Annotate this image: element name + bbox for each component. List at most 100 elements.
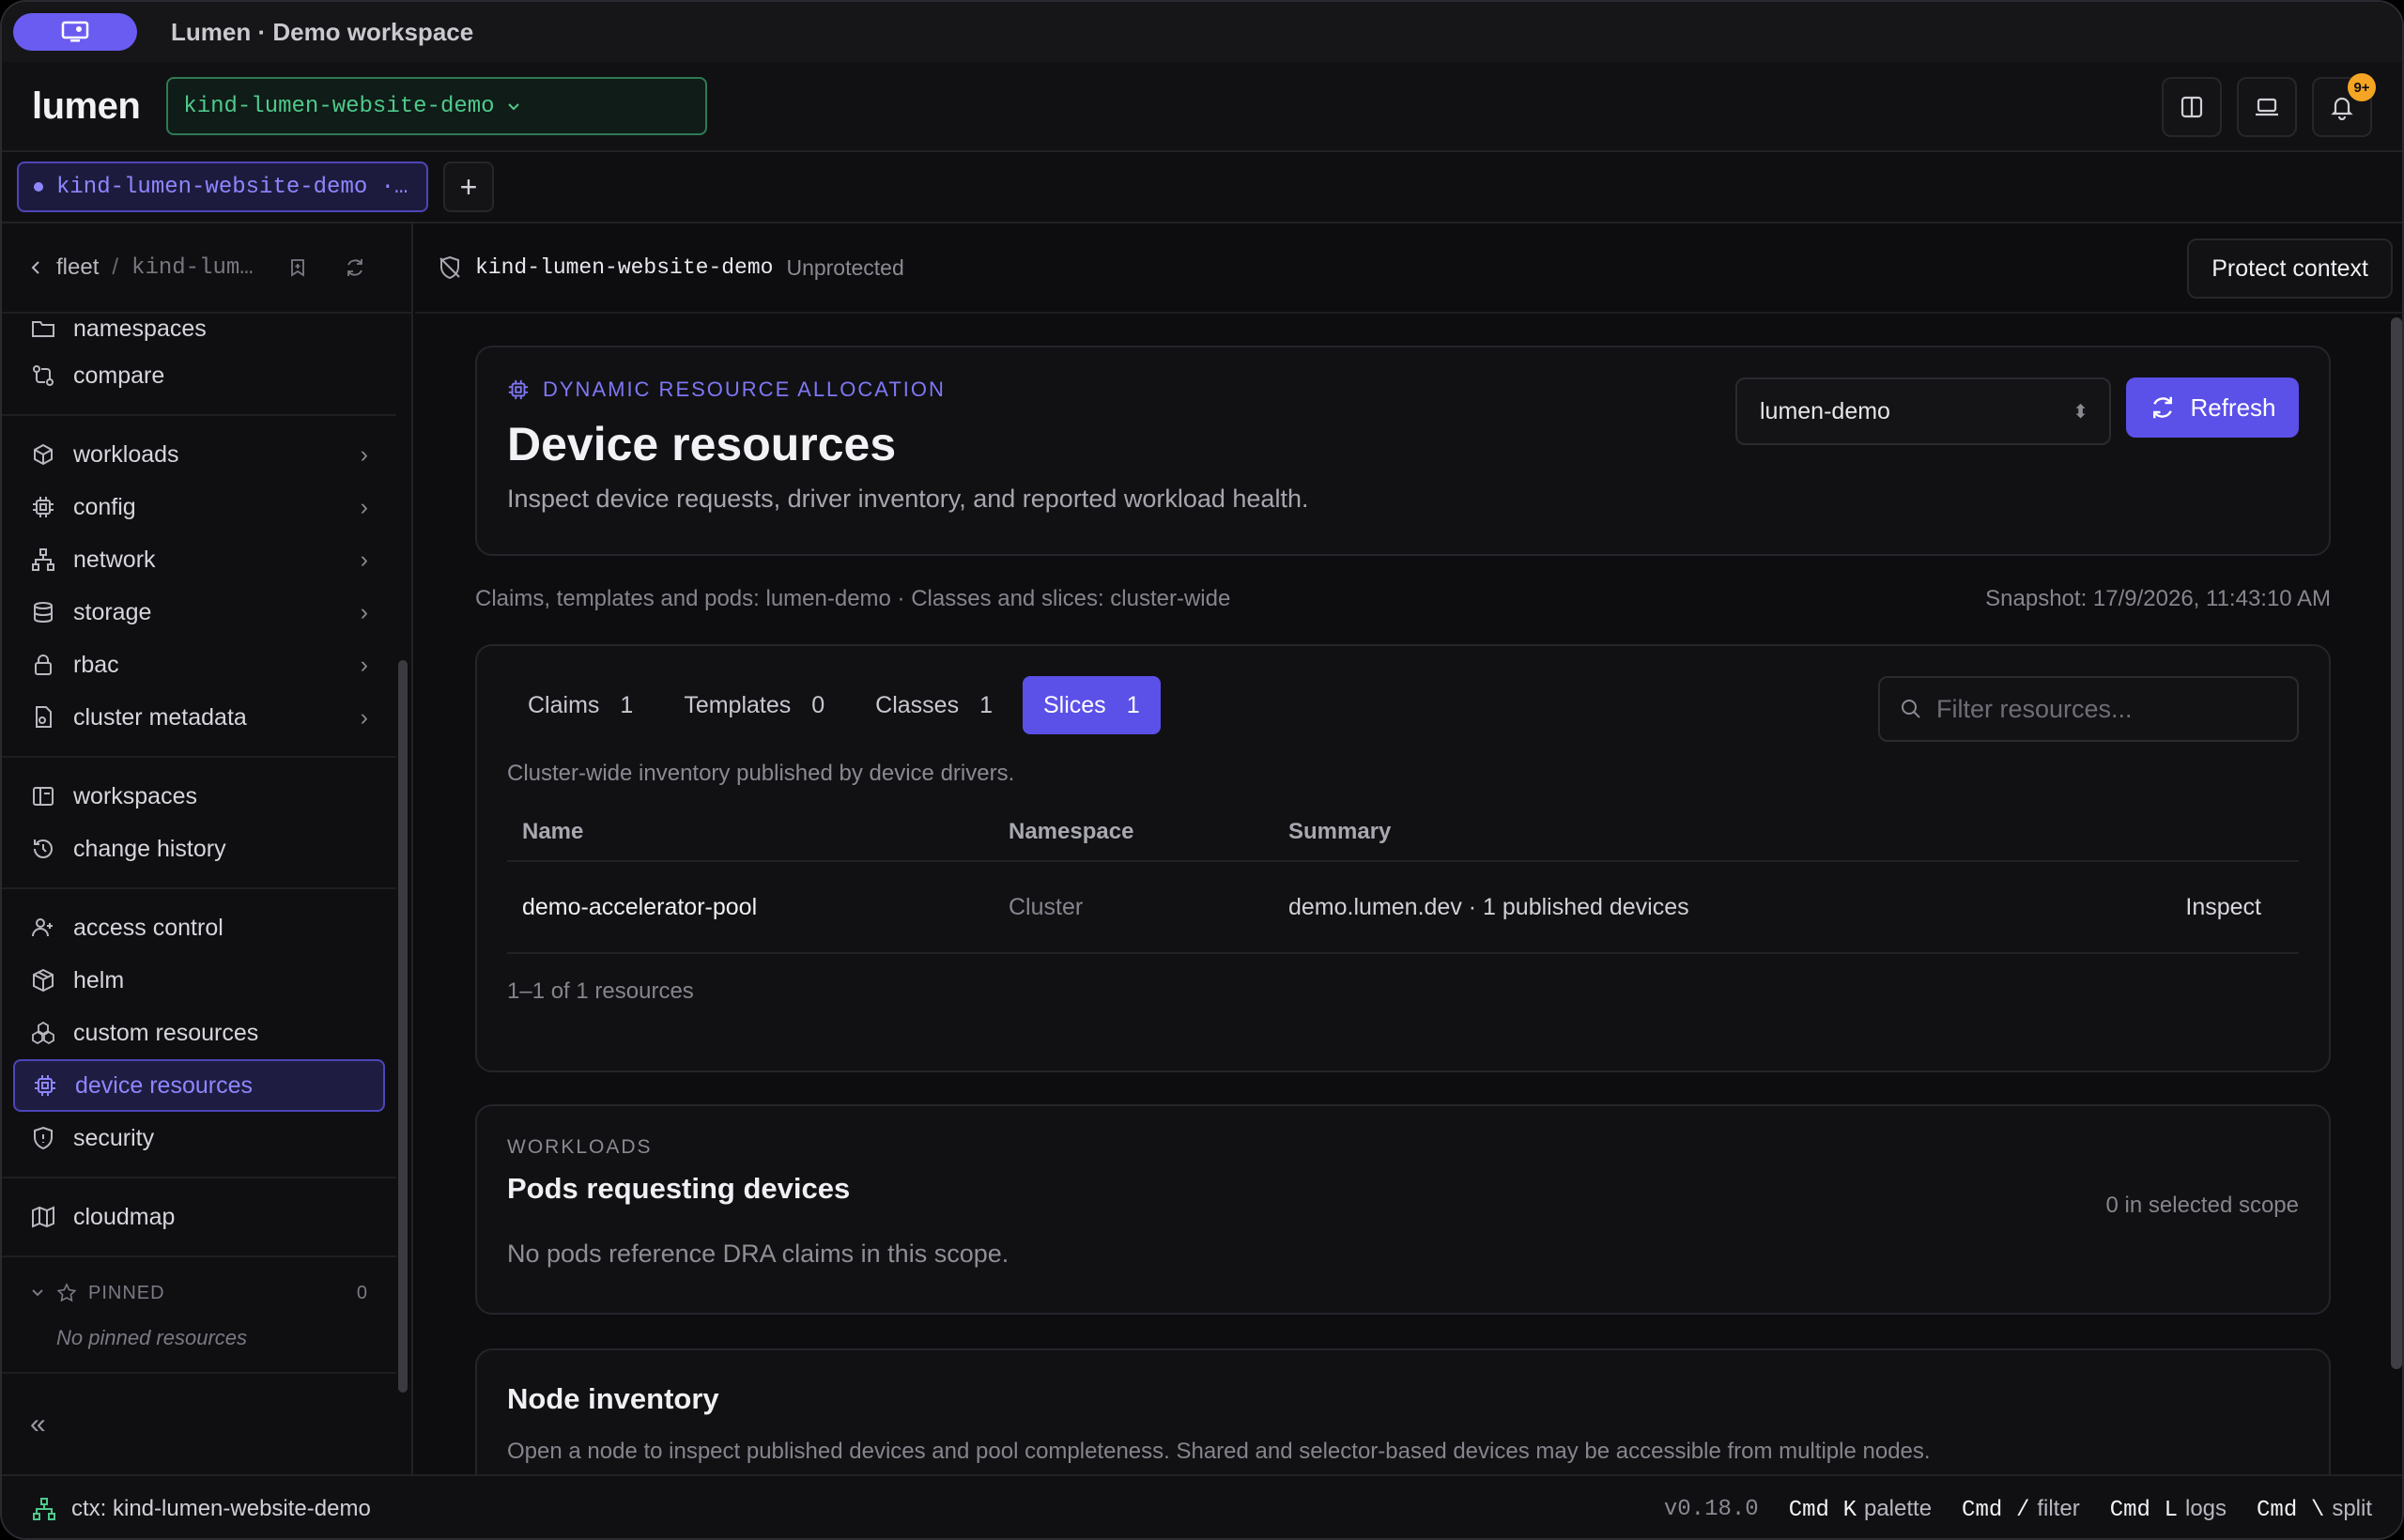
column-header: Summary bbox=[1288, 819, 1392, 844]
collapse-sidebar-button[interactable]: « bbox=[30, 1409, 46, 1440]
scope-text: Claims, templates and pods: lumen-demo ·… bbox=[475, 586, 1231, 611]
sidebar-item-access-control[interactable]: access control bbox=[2, 901, 396, 954]
chevron-right-icon: › bbox=[360, 598, 368, 625]
chip-icon bbox=[30, 494, 56, 520]
tab-status-dot bbox=[34, 182, 43, 192]
sidebar-scrollbar[interactable] bbox=[398, 660, 408, 1393]
context-selector[interactable]: kind-lumen-website-demo bbox=[166, 77, 708, 135]
resources-card: Claims 1 Templates 0 Classes 1 Slices 1 Filt… bbox=[475, 644, 2331, 1072]
sidebar-item-compare[interactable]: compare bbox=[2, 349, 396, 402]
shield-icon bbox=[30, 1125, 56, 1151]
refresh-icon bbox=[2153, 396, 2173, 419]
row-name: demo-accelerator-pool bbox=[522, 893, 758, 920]
tab-label: Templates bbox=[684, 691, 792, 718]
sidebar-item-security[interactable]: security bbox=[2, 1112, 396, 1164]
snapshot-time: Snapshot: 17/9/2026, 11:43:10 AM bbox=[1985, 586, 2331, 611]
sidebar-item-namespaces[interactable]: namespaces bbox=[2, 314, 396, 349]
pinned-label: PINNED bbox=[88, 1282, 165, 1303]
workloads-icon bbox=[30, 441, 56, 468]
pods-empty-text: No pods reference DRA claims in this sco… bbox=[507, 1240, 1009, 1268]
sidebar-item-label: workspaces bbox=[73, 782, 197, 809]
workspace-icon bbox=[30, 783, 56, 809]
resources-table: Name Namespace Summary demo-accelerator-… bbox=[507, 804, 2299, 954]
chevron-right-icon: › bbox=[360, 546, 368, 573]
sidebar-item-cluster-metadata[interactable]: cluster metadata › bbox=[2, 691, 396, 744]
shortcut-split[interactable]: Cmd \ split bbox=[2257, 1496, 2372, 1523]
status-context[interactable]: ctx: kind-lumen-website-demo bbox=[32, 1496, 371, 1522]
context-bar: kind-lumen-website-demo Unprotected Prot… bbox=[415, 223, 2402, 314]
workspace-tab[interactable]: kind-lumen-website-demo ·… bbox=[17, 162, 428, 212]
pods-card: WORKLOADS Pods requesting devices 0 in s… bbox=[475, 1104, 2331, 1315]
breadcrumb: fleet / kind-lum… bbox=[2, 223, 411, 314]
column-header: Name bbox=[522, 819, 584, 844]
sidebar-item-label: access control bbox=[73, 914, 223, 941]
sidebar-item-label: device resources bbox=[75, 1071, 253, 1099]
sidebar-item-cloudmap[interactable]: cloudmap bbox=[2, 1191, 396, 1243]
tab-label: Claims bbox=[528, 691, 600, 718]
notifications-button[interactable]: 9+ bbox=[2312, 73, 2376, 137]
context-selector-value: kind-lumen-website-demo bbox=[183, 93, 495, 119]
split-view-button[interactable] bbox=[2162, 77, 2222, 137]
pinned-count: 0 bbox=[356, 1282, 368, 1303]
sidebar-item-custom-resources[interactable]: custom resources bbox=[2, 1007, 396, 1059]
title-bar: Lumen · Demo workspace bbox=[2, 2, 2402, 62]
row-namespace: Cluster bbox=[1009, 893, 1084, 920]
sidebar-item-config[interactable]: config › bbox=[2, 481, 396, 533]
shortcut-filter[interactable]: Cmd / filter bbox=[1962, 1496, 2080, 1523]
page-subtitle: Inspect device requests, driver inventor… bbox=[507, 485, 1309, 513]
sidebar-item-workspaces[interactable]: workspaces bbox=[2, 770, 396, 823]
sidebar-item-workloads[interactable]: workloads › bbox=[2, 428, 396, 481]
sidebar-item-helm[interactable]: helm bbox=[2, 954, 396, 1007]
split-panel-icon bbox=[2181, 96, 2203, 118]
search-icon bbox=[1902, 700, 1920, 718]
chevron-right-icon: › bbox=[360, 651, 368, 678]
shortcut-key: / bbox=[2015, 1497, 2030, 1523]
chevron-right-icon: › bbox=[360, 440, 368, 468]
tab-slices[interactable]: Slices 1 bbox=[1023, 676, 1161, 734]
shortcut-key: L bbox=[2164, 1497, 2178, 1523]
chevron-down-icon bbox=[32, 1289, 43, 1297]
sidebar-item-rbac[interactable]: rbac › bbox=[2, 639, 396, 691]
scope-line: Claims, templates and pods: lumen-demo ·… bbox=[475, 586, 2331, 612]
main-scrollbar[interactable] bbox=[2391, 317, 2402, 1369]
refresh-button[interactable]: Refresh bbox=[2126, 377, 2299, 438]
user-plus-icon bbox=[30, 915, 56, 941]
breadcrumb-root[interactable]: fleet bbox=[56, 254, 99, 281]
refresh-label: Refresh bbox=[2190, 393, 2276, 422]
inspect-button[interactable]: Inspect bbox=[2185, 894, 2261, 921]
bookmark-add-icon[interactable] bbox=[287, 257, 308, 278]
window-control-pill[interactable] bbox=[13, 13, 137, 51]
laptop-icon bbox=[2256, 98, 2278, 116]
sidebar-item-storage[interactable]: storage › bbox=[2, 586, 396, 639]
protect-context-button[interactable]: Protect context bbox=[2187, 239, 2393, 299]
table-header: Name Namespace Summary bbox=[507, 804, 2299, 862]
sidebar-item-network[interactable]: network › bbox=[2, 533, 396, 586]
refresh-icon[interactable] bbox=[344, 256, 366, 279]
shortcut-palette[interactable]: Cmd Kpalette bbox=[1789, 1496, 1932, 1523]
namespace-select[interactable]: lumen-demo ⬍ bbox=[1735, 377, 2111, 445]
tab-classes[interactable]: Classes 1 bbox=[855, 676, 1013, 734]
shortcut-logs[interactable]: Cmd Llogs bbox=[2110, 1496, 2227, 1523]
app-window: Lumen · Demo workspace lumen kind-lumen-… bbox=[0, 0, 2404, 1540]
tab-templates[interactable]: Templates 0 bbox=[663, 676, 845, 734]
chevron-right-icon: › bbox=[360, 703, 368, 731]
sidebar-item-change-history[interactable]: change history bbox=[2, 823, 396, 875]
sidebar-item-device-resources[interactable]: device resources bbox=[13, 1059, 385, 1112]
table-row[interactable]: demo-accelerator-pool Cluster demo.lumen… bbox=[507, 862, 2299, 954]
breadcrumb-current: kind-lum… bbox=[131, 254, 254, 281]
filter-input[interactable]: Filter resources... bbox=[1878, 676, 2299, 742]
protection-status: Unprotected bbox=[786, 254, 904, 280]
tab-claims[interactable]: Claims 1 bbox=[507, 676, 654, 734]
star-icon bbox=[56, 1283, 77, 1302]
sidebar: fleet / kind-lum… namespaces compare wor… bbox=[2, 223, 413, 1474]
shortcut-key: \ bbox=[2310, 1497, 2325, 1523]
add-tab-button[interactable]: + bbox=[443, 162, 494, 212]
pinned-section-header[interactable]: PINNED 0 bbox=[2, 1270, 396, 1317]
tab-label: Slices bbox=[1043, 691, 1106, 718]
chevron-left-icon[interactable] bbox=[28, 259, 43, 276]
sidebar-item-label: security bbox=[73, 1124, 155, 1151]
sidebar-item-label: config bbox=[73, 493, 136, 520]
filter-placeholder: Filter resources... bbox=[1936, 694, 2133, 723]
terminal-button[interactable] bbox=[2237, 77, 2297, 137]
database-icon bbox=[30, 599, 56, 625]
